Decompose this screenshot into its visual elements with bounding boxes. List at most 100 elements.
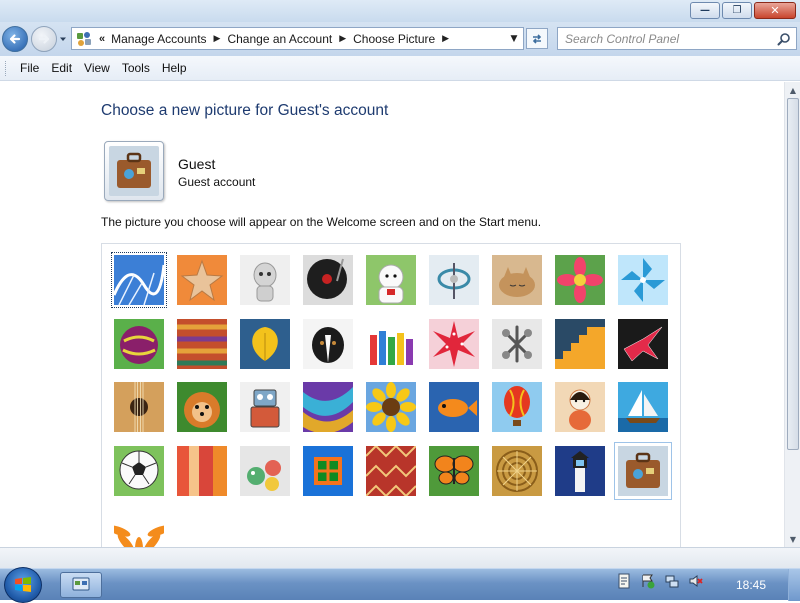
back-button[interactable] bbox=[2, 26, 28, 52]
account-type: Guest account bbox=[178, 175, 256, 189]
picture-silk-scarf[interactable] bbox=[303, 382, 353, 434]
notes-icon[interactable] bbox=[616, 573, 632, 589]
picture-crayons[interactable] bbox=[366, 318, 416, 369]
network-icon[interactable] bbox=[664, 573, 680, 589]
address-dropdown-icon[interactable]: ▼ bbox=[507, 32, 521, 46]
breadcrumb-separator-icon[interactable]: ▶ bbox=[442, 33, 449, 44]
picture-window[interactable] bbox=[303, 445, 353, 496]
tropical-fish-icon bbox=[429, 382, 479, 432]
picture-butterfly[interactable] bbox=[429, 445, 479, 496]
soccer-ball-icon bbox=[114, 445, 164, 496]
picture-sunflower[interactable] bbox=[366, 382, 416, 432]
picture-starfish[interactable] bbox=[177, 255, 227, 305]
picture-kokeshi-doll[interactable] bbox=[555, 382, 605, 432]
minimize-button[interactable]: — bbox=[690, 2, 720, 19]
picture-fabric-weave[interactable] bbox=[177, 318, 227, 369]
menu-edit[interactable]: Edit bbox=[45, 61, 78, 75]
volume-muted-icon[interactable] bbox=[688, 573, 704, 589]
breadcrumb-choose-picture[interactable]: Choose Picture bbox=[353, 32, 435, 46]
close-button[interactable]: ✕ bbox=[754, 2, 796, 19]
breadcrumb-overflow[interactable]: « bbox=[99, 33, 105, 45]
picture-gyroscope[interactable] bbox=[429, 255, 479, 305]
picture-pomeranian[interactable] bbox=[177, 382, 227, 432]
picture-pink-flower[interactable] bbox=[555, 255, 605, 305]
scroll-up-arrow-icon[interactable]: ▲ bbox=[785, 82, 800, 98]
back-arrow-icon bbox=[9, 34, 21, 44]
clock[interactable]: 18:45 bbox=[736, 578, 766, 592]
menu-file[interactable]: File bbox=[14, 61, 45, 75]
scroll-down-arrow-icon[interactable]: ▼ bbox=[785, 531, 800, 547]
picture-turntable[interactable] bbox=[303, 255, 353, 305]
crayons-icon bbox=[366, 318, 416, 369]
picture-kitten[interactable] bbox=[492, 255, 542, 305]
tin-robot-icon bbox=[240, 382, 290, 432]
breadcrumb-manage-accounts[interactable]: Manage Accounts bbox=[111, 32, 206, 46]
picture-marbles[interactable] bbox=[240, 445, 290, 496]
picture-soccer-ball[interactable] bbox=[114, 445, 164, 496]
butterfly-icon bbox=[429, 445, 479, 496]
address-bar[interactable]: « Manage Accounts ▶ Change an Account ▶ … bbox=[71, 27, 524, 50]
refresh-button[interactable] bbox=[526, 28, 548, 49]
suitcase-icon bbox=[109, 146, 159, 196]
taskbar-control-panel-button[interactable] bbox=[60, 572, 102, 598]
picture-basket[interactable] bbox=[492, 445, 542, 496]
picture-sailboat[interactable] bbox=[618, 382, 668, 432]
kokeshi-doll-icon bbox=[555, 382, 605, 432]
scroll-thumb[interactable] bbox=[787, 98, 799, 450]
picture-lucky-cat[interactable] bbox=[366, 255, 416, 305]
taskbar: 18:45 bbox=[0, 567, 800, 603]
show-desktop-button[interactable] bbox=[788, 569, 800, 601]
picture-bowling-ball[interactable] bbox=[114, 318, 164, 369]
picture-grid bbox=[101, 243, 681, 547]
picture-red-star[interactable] bbox=[429, 318, 479, 369]
red-star-icon bbox=[429, 318, 479, 369]
start-button[interactable] bbox=[4, 567, 42, 603]
marbles-icon bbox=[240, 445, 290, 496]
picture-pinwheel[interactable] bbox=[618, 255, 668, 305]
recent-pages-dropdown-icon[interactable] bbox=[58, 34, 68, 44]
search-icon[interactable] bbox=[777, 32, 791, 46]
picture-guitar[interactable] bbox=[114, 382, 164, 432]
robot-toy-icon bbox=[240, 255, 290, 305]
restore-button[interactable]: ❐ bbox=[722, 2, 752, 19]
search-box[interactable] bbox=[557, 27, 797, 50]
picture-rug-pattern[interactable] bbox=[365, 444, 417, 497]
picture-paper-crane[interactable] bbox=[618, 318, 668, 369]
picture-hot-air-balloon[interactable] bbox=[492, 382, 542, 432]
breadcrumb-change-account[interactable]: Change an Account bbox=[227, 32, 332, 46]
yellow-leaf-icon bbox=[240, 318, 290, 369]
picture-roller-coaster[interactable] bbox=[111, 252, 167, 308]
picture-orange-daisy[interactable] bbox=[107, 509, 171, 547]
silk-scarf-icon bbox=[303, 382, 353, 434]
breadcrumb-separator-icon[interactable]: ▶ bbox=[214, 33, 221, 44]
picture-tropical-fish[interactable] bbox=[429, 382, 479, 432]
forward-button[interactable] bbox=[31, 26, 57, 52]
search-input[interactable] bbox=[558, 28, 768, 49]
picture-suitcase[interactable] bbox=[614, 441, 672, 500]
turntable-icon bbox=[303, 255, 353, 305]
minimize-icon: — bbox=[700, 4, 710, 16]
close-icon: ✕ bbox=[770, 4, 780, 17]
menu-tools[interactable]: Tools bbox=[116, 61, 156, 75]
menu-help[interactable]: Help bbox=[156, 61, 193, 75]
breadcrumb-separator-icon[interactable]: ▶ bbox=[339, 33, 346, 44]
system-tray bbox=[616, 573, 704, 589]
picture-jacks[interactable] bbox=[492, 318, 542, 369]
action-center-flag-icon[interactable] bbox=[640, 573, 656, 589]
textiles-icon bbox=[177, 445, 227, 496]
picture-dog[interactable] bbox=[303, 318, 353, 369]
sunflower-icon bbox=[366, 382, 416, 432]
picture-yellow-leaf[interactable] bbox=[240, 318, 290, 369]
starfish-icon bbox=[177, 255, 227, 305]
control-panel-window-icon bbox=[72, 577, 90, 591]
menu-view[interactable]: View bbox=[78, 61, 116, 75]
window-bottom-edge bbox=[0, 547, 800, 568]
picture-lighthouse[interactable] bbox=[555, 445, 605, 496]
picture-textiles[interactable] bbox=[177, 445, 227, 496]
picture-robot-toy[interactable] bbox=[240, 255, 290, 305]
rug-pattern-icon bbox=[365, 444, 417, 497]
vertical-scrollbar[interactable]: ▲ ▼ bbox=[784, 82, 800, 547]
picture-description: The picture you choose will appear on th… bbox=[101, 215, 542, 229]
picture-stairs[interactable] bbox=[555, 318, 605, 369]
picture-tin-robot[interactable] bbox=[240, 382, 290, 432]
